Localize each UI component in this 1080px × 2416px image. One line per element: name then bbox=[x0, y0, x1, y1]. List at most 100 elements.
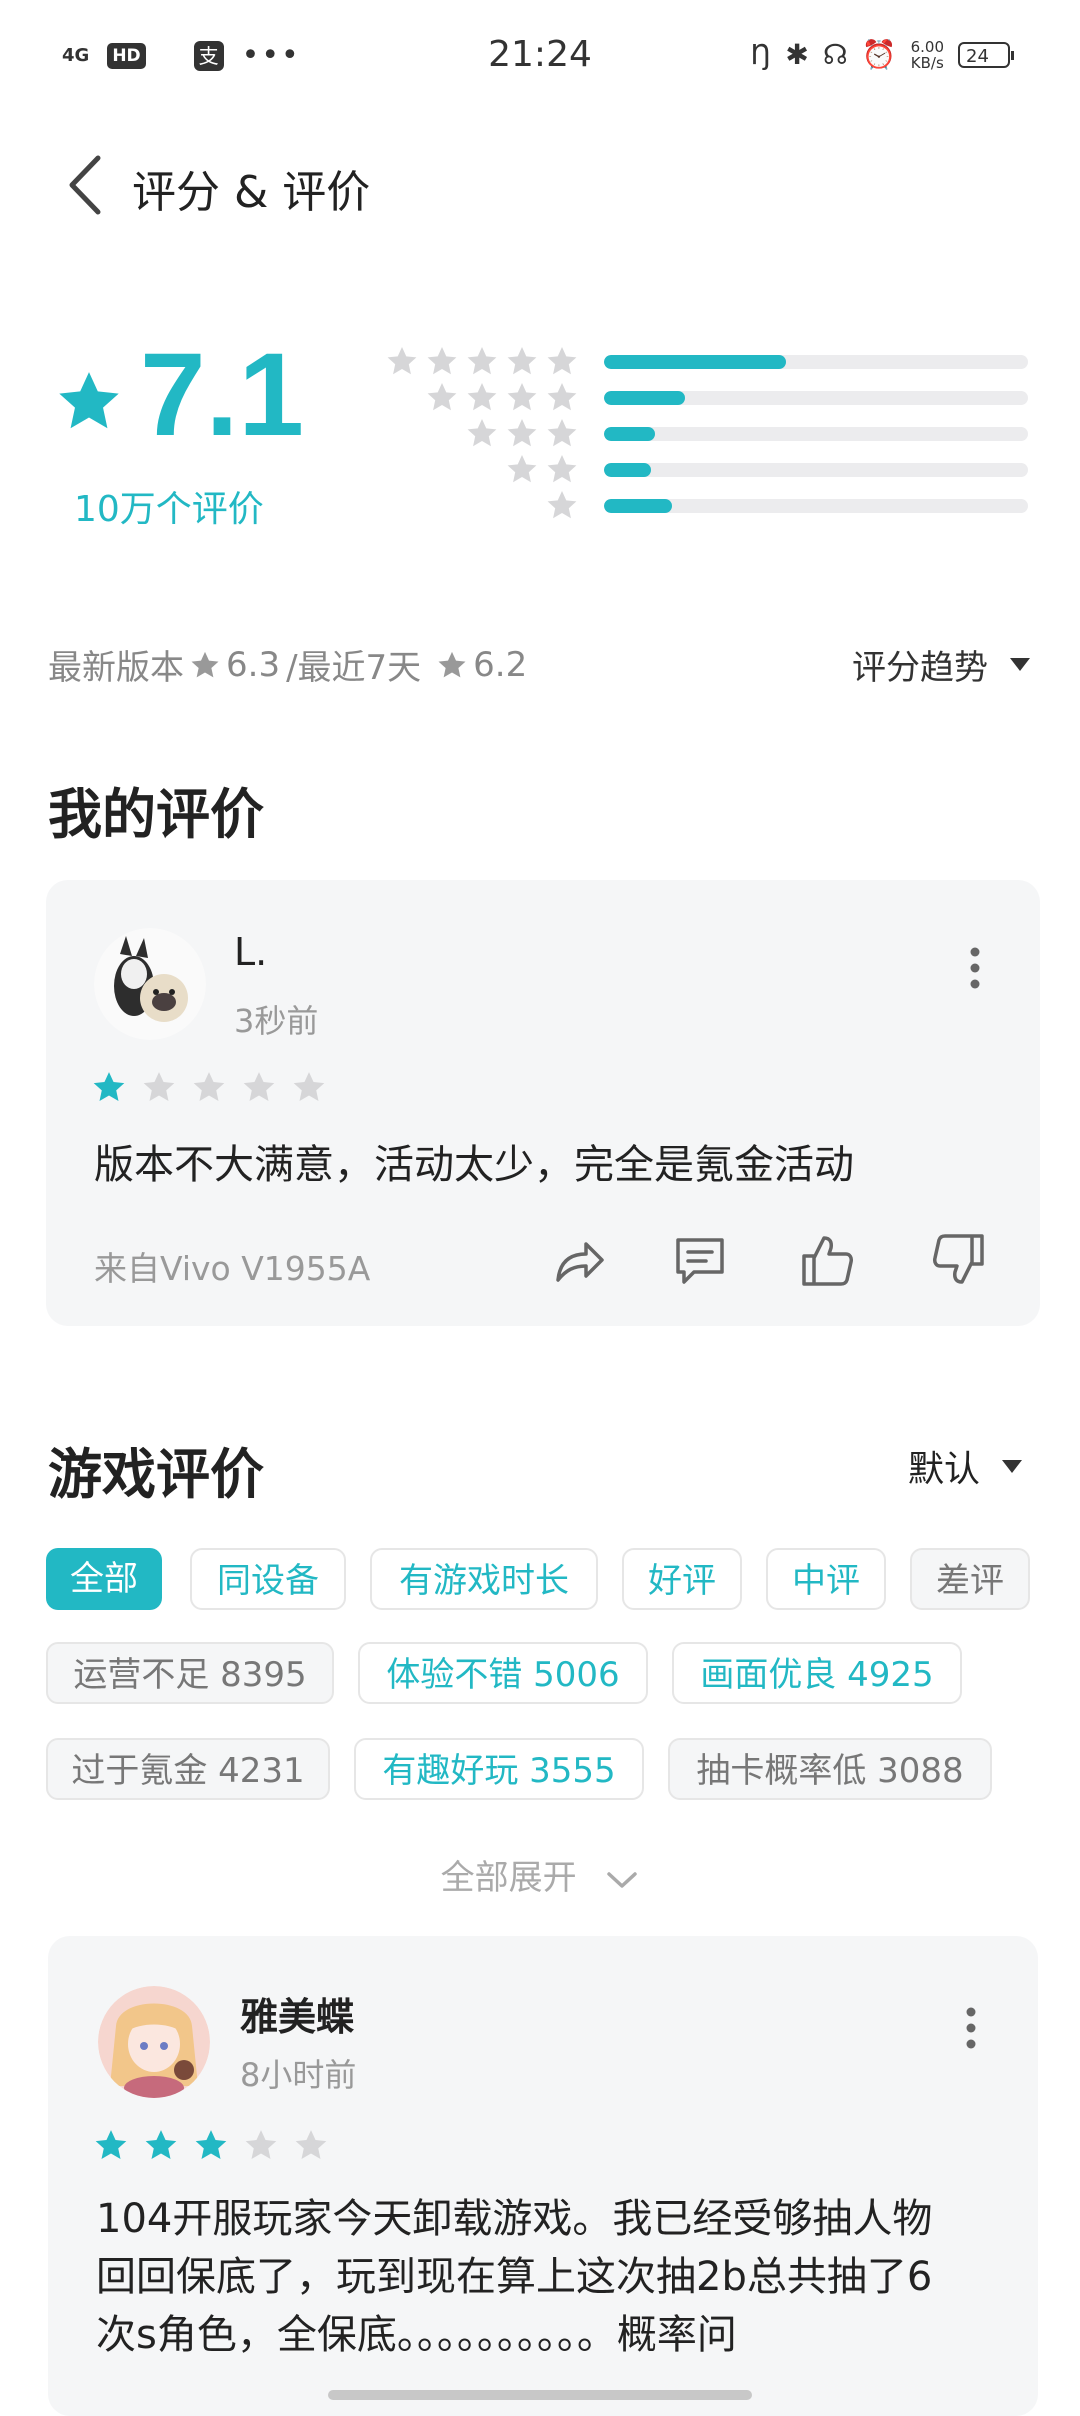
headphones-icon: ☊ bbox=[822, 38, 848, 71]
alarm-icon: ⏰ bbox=[861, 38, 897, 71]
thumbs-up-icon[interactable] bbox=[796, 1230, 856, 1290]
tag-chip[interactable]: 过于氪金 4231 bbox=[46, 1738, 330, 1800]
bar-track bbox=[604, 463, 1028, 477]
review-text-line: 次s角色，全保底。。。。。。。。。。概率问 bbox=[96, 2312, 737, 2358]
star-icon bbox=[547, 383, 577, 411]
filter-positive[interactable]: 好评 bbox=[622, 1548, 742, 1610]
overall-score: 7.1 bbox=[140, 329, 305, 461]
review-username: 雅美蝶 bbox=[240, 1995, 355, 2039]
star-icon bbox=[195, 2130, 227, 2160]
star-icon bbox=[507, 383, 537, 411]
star-icon bbox=[387, 347, 417, 375]
star-icon bbox=[507, 419, 537, 447]
bar-stars bbox=[546, 489, 578, 521]
star-icon bbox=[193, 1072, 225, 1102]
review-username: L. bbox=[234, 930, 268, 974]
star-icon bbox=[547, 419, 577, 447]
bar-fill bbox=[604, 355, 787, 369]
back-icon[interactable] bbox=[62, 150, 106, 220]
bar-fill bbox=[604, 499, 672, 513]
bar-stars bbox=[466, 417, 578, 449]
dropdown-arrow-icon bbox=[1010, 658, 1030, 671]
more-icon[interactable] bbox=[966, 2006, 976, 2050]
filter-neutral[interactable]: 中评 bbox=[766, 1548, 886, 1610]
star-icon bbox=[93, 1072, 125, 1102]
star-icon bbox=[191, 651, 219, 677]
bar-track bbox=[604, 427, 1028, 441]
rating-trend-dropdown[interactable]: 评分趋势 bbox=[852, 640, 1030, 689]
avatar[interactable] bbox=[98, 1986, 210, 2098]
version-scores: 最新版本 6.3 /最近7天 6.2 bbox=[48, 640, 527, 689]
recent-label: /最近7天 bbox=[286, 648, 422, 688]
recent-score: 6.2 bbox=[473, 644, 528, 685]
comment-icon[interactable] bbox=[670, 1230, 730, 1290]
speed-unit: KB/s bbox=[910, 53, 944, 72]
star-icon bbox=[243, 1072, 275, 1102]
filter-play-time[interactable]: 有游戏时长 bbox=[370, 1548, 598, 1610]
tag-chip[interactable]: 画面优良 4925 bbox=[672, 1642, 962, 1704]
review-count: 10万个评价 bbox=[74, 489, 264, 530]
rating-bar-4-star bbox=[380, 379, 1030, 415]
dropdown-arrow-icon bbox=[1002, 1459, 1022, 1473]
rating-bar-2-star bbox=[380, 451, 1030, 487]
sort-label: 默认 bbox=[907, 1449, 980, 1490]
review-text-line: 回回保底了，玩到现在算上这次抽2b总共抽了6 bbox=[96, 2254, 933, 2300]
review-device: 来自Vivo V1955A bbox=[94, 1249, 371, 1288]
review-stars bbox=[92, 1070, 326, 1104]
star-icon bbox=[467, 347, 497, 375]
tag-chip[interactable]: 运营不足 8395 bbox=[46, 1642, 334, 1704]
rating-bar-1-star bbox=[380, 487, 1030, 523]
network-speed: 6.00 KB/s bbox=[911, 39, 944, 71]
bar-track bbox=[604, 391, 1028, 405]
latest-version-score: 6.3 bbox=[226, 644, 281, 685]
tag-chip[interactable]: 抽卡概率低 3088 bbox=[668, 1738, 992, 1800]
page-title: 评分 & 评价 bbox=[132, 167, 371, 218]
bar-fill bbox=[604, 391, 685, 405]
nfc-icon: Ŋ bbox=[750, 38, 772, 71]
share-icon[interactable] bbox=[548, 1230, 608, 1290]
sort-dropdown[interactable]: 默认 bbox=[908, 1440, 1022, 1492]
my-review-card: L. 3秒前 版本不大满意，活动太少，完全是氪金活动 来自Vivo V1955A bbox=[46, 880, 1040, 1326]
star-icon bbox=[547, 347, 577, 375]
status-bar: 4G HD 支 ••• 21:24 Ŋ ✱ ☊ ⏰ 6.00 KB/s 24 bbox=[0, 0, 1080, 120]
thumbs-down-icon[interactable] bbox=[930, 1230, 990, 1290]
star-icon bbox=[293, 1072, 325, 1102]
bar-track bbox=[604, 499, 1028, 513]
review-time: 3秒前 bbox=[234, 1002, 319, 1040]
expand-all-button[interactable]: 全部展开 bbox=[0, 1850, 1080, 1899]
battery-level: 24 bbox=[966, 45, 989, 67]
rating-bar-3-star bbox=[380, 415, 1030, 451]
star-icon bbox=[143, 1072, 175, 1102]
bar-stars bbox=[506, 453, 578, 485]
tag-chip[interactable]: 体验不错 5006 bbox=[358, 1642, 648, 1704]
star-icon bbox=[59, 372, 119, 429]
review-text: 版本不大满意，活动太少，完全是氪金活动 bbox=[94, 1142, 854, 1188]
star-icon bbox=[427, 347, 457, 375]
bar-fill bbox=[604, 463, 651, 477]
star-icon bbox=[438, 651, 466, 677]
latest-version-label: 最新版本 bbox=[48, 648, 184, 688]
review-text: 104开服玩家今天卸载游戏。我已经受够抽人物 回回保底了，玩到现在算上这次抽2b… bbox=[96, 2190, 1016, 2364]
filter-same-device[interactable]: 同设备 bbox=[190, 1548, 346, 1610]
star-icon bbox=[467, 383, 497, 411]
game-reviews-heading: 游戏评价 bbox=[48, 1443, 264, 1506]
more-icon[interactable] bbox=[970, 946, 980, 990]
star-icon bbox=[145, 2130, 177, 2160]
status-right: Ŋ ✱ ☊ ⏰ 6.00 KB/s 24 bbox=[750, 38, 1014, 71]
star-icon bbox=[95, 2130, 127, 2160]
avatar[interactable] bbox=[94, 928, 206, 1040]
star-icon bbox=[427, 383, 457, 411]
bar-fill bbox=[604, 427, 655, 441]
star-icon bbox=[245, 2130, 277, 2160]
rating-distribution bbox=[380, 343, 1030, 523]
review-card: 雅美蝶 8小时前 104开服玩家今天卸载游戏。我已经受够抽人物 回回保底了，玩到… bbox=[48, 1936, 1038, 2416]
filter-negative[interactable]: 差评 bbox=[910, 1548, 1030, 1610]
bar-stars bbox=[426, 381, 578, 413]
filter-all[interactable]: 全部 bbox=[46, 1548, 162, 1610]
my-review-heading: 我的评价 bbox=[48, 783, 264, 846]
star-icon bbox=[507, 455, 537, 483]
star-icon bbox=[547, 491, 577, 519]
star-icon bbox=[507, 347, 537, 375]
tag-chip[interactable]: 有趣好玩 3555 bbox=[354, 1738, 644, 1800]
home-indicator[interactable] bbox=[328, 2390, 752, 2400]
